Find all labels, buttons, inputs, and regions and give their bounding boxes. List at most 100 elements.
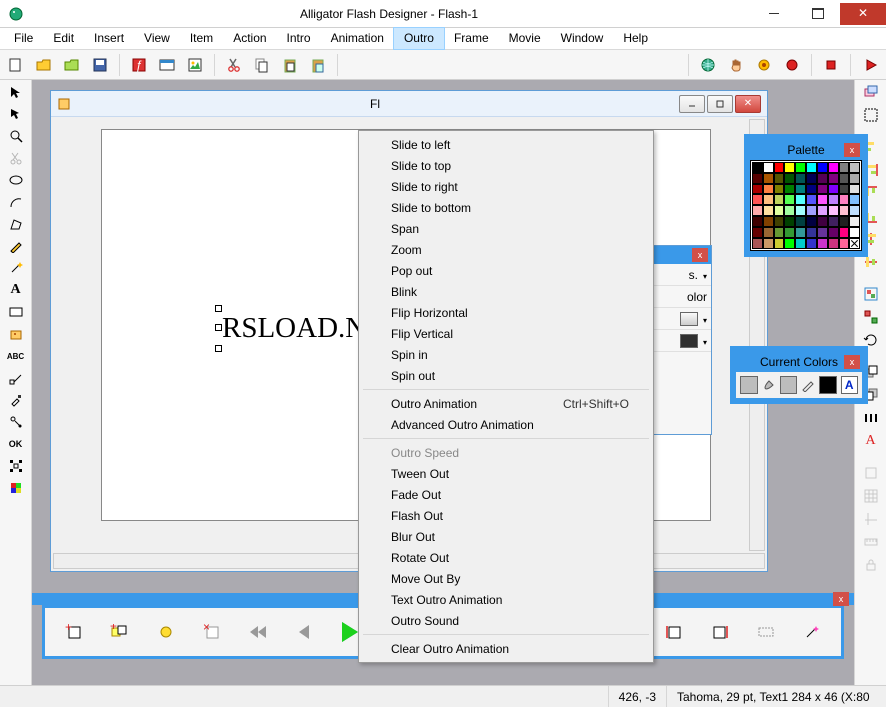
color-swatch[interactable] bbox=[806, 194, 817, 205]
menu-item[interactable]: Flip Horizontal bbox=[361, 302, 651, 323]
panel-close-button[interactable]: x bbox=[844, 143, 860, 157]
menu-window[interactable]: Window bbox=[551, 28, 614, 49]
color-swatch[interactable] bbox=[828, 238, 839, 249]
button-tool-icon[interactable] bbox=[4, 302, 28, 322]
color-chip[interactable] bbox=[680, 312, 698, 326]
color-swatch[interactable] bbox=[806, 184, 817, 195]
span-icon[interactable] bbox=[755, 621, 777, 643]
prop-row[interactable] bbox=[653, 330, 711, 352]
menu-movie[interactable]: Movie bbox=[499, 28, 551, 49]
prop-row[interactable] bbox=[653, 308, 711, 330]
menu-action[interactable]: Action bbox=[223, 28, 276, 49]
color-swatch[interactable] bbox=[828, 194, 839, 205]
menu-item[interactable]: Fade Out bbox=[361, 484, 651, 505]
color-swatch[interactable] bbox=[752, 227, 763, 238]
color-swatch[interactable] bbox=[763, 205, 774, 216]
bounds-icon[interactable] bbox=[859, 105, 883, 125]
color-swatch[interactable] bbox=[784, 162, 795, 173]
eyedropper-icon[interactable] bbox=[4, 390, 28, 410]
menu-intro[interactable]: Intro bbox=[277, 28, 321, 49]
menu-view[interactable]: View bbox=[134, 28, 180, 49]
globe-icon[interactable] bbox=[696, 53, 720, 77]
play-icon[interactable] bbox=[858, 53, 882, 77]
color-swatch[interactable] bbox=[795, 184, 806, 195]
color-swatch[interactable] bbox=[839, 238, 850, 249]
direct-select-icon[interactable] bbox=[4, 104, 28, 124]
menu-edit[interactable]: Edit bbox=[43, 28, 84, 49]
color-swatch[interactable] bbox=[849, 162, 860, 173]
menu-outro[interactable]: Outro bbox=[394, 28, 444, 49]
color-swatch[interactable] bbox=[752, 216, 763, 227]
minimize-button[interactable] bbox=[752, 3, 796, 25]
color-swatch[interactable] bbox=[784, 184, 795, 195]
color-swatch[interactable] bbox=[817, 238, 828, 249]
panel-close-button[interactable]: x bbox=[692, 248, 708, 262]
color-swatch[interactable] bbox=[817, 162, 828, 173]
menu-item[interactable]: Blur Out bbox=[361, 526, 651, 547]
color-swatch[interactable] bbox=[752, 173, 763, 184]
color-swatch[interactable] bbox=[817, 205, 828, 216]
ungroup-icon[interactable] bbox=[859, 307, 883, 327]
new-icon[interactable] bbox=[4, 53, 28, 77]
color-swatch[interactable] bbox=[752, 162, 763, 173]
menu-item[interactable]: Tween Out bbox=[361, 463, 651, 484]
color-swatch[interactable] bbox=[828, 184, 839, 195]
color-swatch[interactable] bbox=[806, 227, 817, 238]
handles-tool-icon[interactable] bbox=[4, 456, 28, 476]
color-swatch[interactable] bbox=[849, 238, 860, 249]
paste-special-icon[interactable] bbox=[306, 53, 330, 77]
color-swatch[interactable] bbox=[774, 194, 785, 205]
menu-item[interactable]: Spin in bbox=[361, 344, 651, 365]
maximize-button[interactable] bbox=[796, 3, 840, 25]
selection-handle[interactable] bbox=[215, 345, 222, 352]
color-swatch[interactable] bbox=[774, 162, 785, 173]
menu-item[interactable]: Clear Outro Animation bbox=[361, 638, 651, 659]
grid-icon[interactable] bbox=[859, 486, 883, 506]
new-frame-icon[interactable]: + bbox=[63, 621, 85, 643]
line-color-swatch[interactable] bbox=[780, 376, 798, 394]
pointer-tool-icon[interactable] bbox=[4, 82, 28, 102]
stop-icon[interactable] bbox=[819, 53, 843, 77]
menu-item[interactable]: Rotate Out bbox=[361, 547, 651, 568]
first-frame-icon[interactable] bbox=[247, 621, 269, 643]
color-swatch[interactable] bbox=[839, 173, 850, 184]
menu-item[interactable]: Span bbox=[361, 218, 651, 239]
color-swatch[interactable] bbox=[839, 194, 850, 205]
polygon-tool-icon[interactable] bbox=[4, 214, 28, 234]
ruler-icon[interactable] bbox=[859, 532, 883, 552]
menu-item[interactable]: Text Outro Animation bbox=[361, 589, 651, 610]
menu-item[interactable]: Flash Out bbox=[361, 505, 651, 526]
scissors-icon[interactable] bbox=[4, 148, 28, 168]
dropdown-icon[interactable] bbox=[701, 312, 707, 326]
color-swatch[interactable] bbox=[763, 184, 774, 195]
target-icon[interactable] bbox=[752, 53, 776, 77]
insert-marker-icon[interactable] bbox=[663, 621, 685, 643]
menu-item[interactable]: Slide to top bbox=[361, 155, 651, 176]
color-swatch[interactable] bbox=[763, 238, 774, 249]
menu-item[interactable]: Outro Sound bbox=[361, 610, 651, 631]
pen-tool-icon[interactable] bbox=[4, 236, 28, 256]
color-swatch[interactable] bbox=[752, 184, 763, 195]
copy-icon[interactable] bbox=[250, 53, 274, 77]
color-swatch[interactable] bbox=[763, 162, 774, 173]
color-swatch[interactable] bbox=[795, 216, 806, 227]
menu-insert[interactable]: Insert bbox=[84, 28, 134, 49]
hand-icon[interactable] bbox=[724, 53, 748, 77]
menu-item[interactable]: Outro AnimationCtrl+Shift+O bbox=[361, 393, 651, 414]
color-swatch[interactable] bbox=[817, 227, 828, 238]
color-swatch[interactable] bbox=[817, 194, 828, 205]
color-swatch[interactable] bbox=[849, 227, 860, 238]
color-swatch[interactable] bbox=[817, 216, 828, 227]
line-icon[interactable] bbox=[801, 378, 815, 392]
color-swatch[interactable] bbox=[839, 162, 850, 173]
color-swatch[interactable] bbox=[752, 205, 763, 216]
panel-close-button[interactable]: x bbox=[833, 592, 849, 606]
color-swatch[interactable] bbox=[839, 227, 850, 238]
panel-close-button[interactable]: x bbox=[844, 355, 860, 369]
color-tool-icon[interactable] bbox=[4, 478, 28, 498]
color-swatch[interactable] bbox=[806, 162, 817, 173]
selection-handle[interactable] bbox=[215, 305, 222, 312]
menu-item[interactable]: Zoom bbox=[361, 239, 651, 260]
menu-item[interactable]: Blink bbox=[361, 281, 651, 302]
menu-item[interactable]: Spin out bbox=[361, 365, 651, 386]
